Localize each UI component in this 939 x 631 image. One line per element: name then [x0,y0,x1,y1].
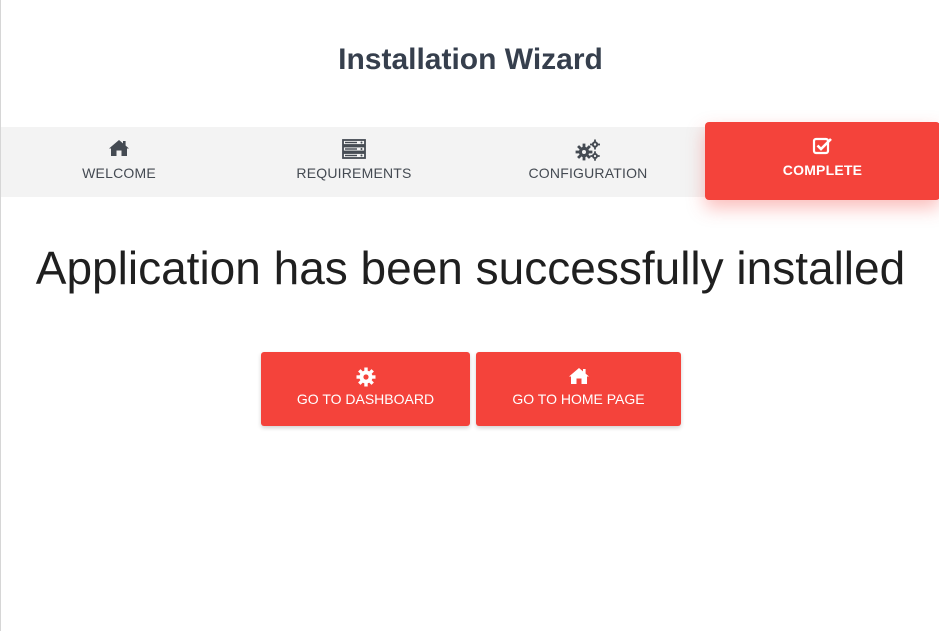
button-label: GO TO HOME PAGE [512,391,645,407]
gears-icon [471,139,705,161]
success-message: Application has been successfully instal… [35,242,906,294]
wizard-steps-bar: WELCOME REQUIREMENTS CONFIGURATION COMPL… [1,122,939,200]
server-icon [237,139,471,161]
step-welcome[interactable]: WELCOME [1,127,237,197]
step-label: COMPLETE [782,162,863,178]
step-label: REQUIREMENTS [296,165,412,181]
check-square-icon [705,137,939,159]
home-icon [476,367,681,387]
gear-icon [261,367,470,387]
button-label: GO TO DASHBOARD [296,391,435,407]
home-icon [1,139,237,161]
installation-wizard-page: Installation Wizard WELCOME REQUIREMENTS… [0,0,939,631]
step-complete[interactable]: COMPLETE [705,122,939,200]
go-to-dashboard-button[interactable]: GO TO DASHBOARD [261,352,470,426]
step-label: CONFIGURATION [528,165,648,181]
step-requirements[interactable]: REQUIREMENTS [237,127,471,197]
wizard-title: Installation Wizard [338,43,603,76]
step-label: WELCOME [82,165,156,181]
step-configuration[interactable]: CONFIGURATION [471,127,705,197]
go-to-home-page-button[interactable]: GO TO HOME PAGE [476,352,681,426]
